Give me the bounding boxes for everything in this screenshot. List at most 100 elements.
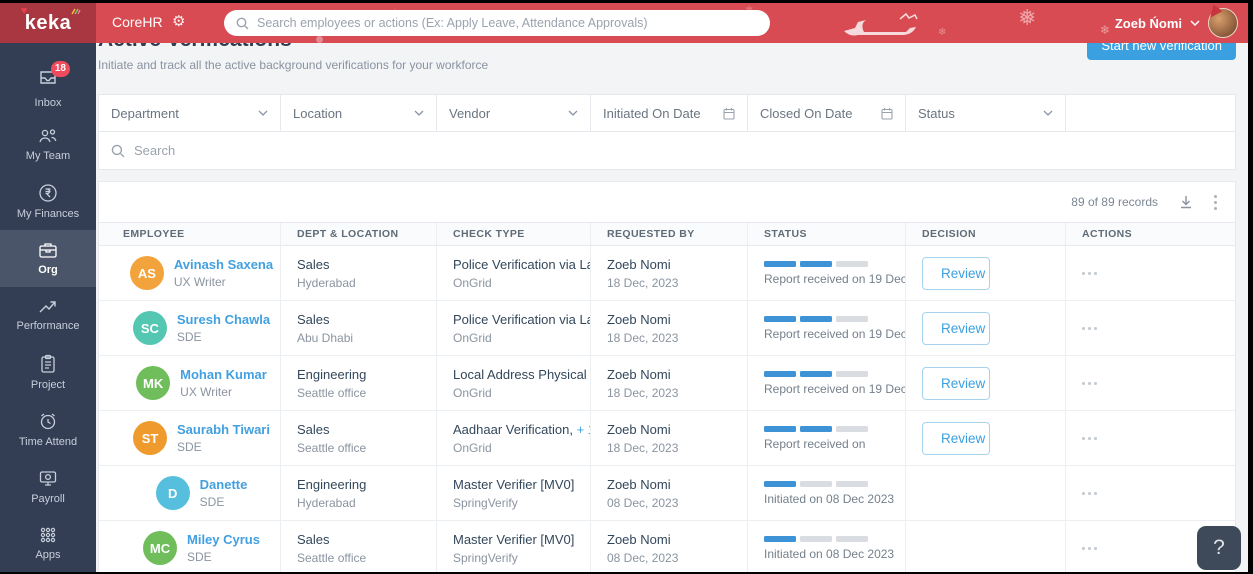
actions-cell xyxy=(1066,466,1235,520)
inbox-badge: 18 xyxy=(50,60,70,77)
table-row: MK Mohan Kumar UX Writer Engineering Sea… xyxy=(99,356,1235,411)
row-actions-button[interactable] xyxy=(1082,436,1235,440)
location: Hyderabad xyxy=(297,275,356,290)
actions-cell xyxy=(1066,356,1235,410)
check-type: Master Verifier [MV0] xyxy=(453,476,575,492)
status-cell: Initiated on 08 Dec 2023 xyxy=(748,521,906,572)
requested-by-cell: Zoeb Nomi 18 Dec, 2023 xyxy=(591,356,748,410)
records-toolbar: 89 of 89 records xyxy=(99,182,1235,222)
filter-initiated-on-date[interactable]: Initiated On Date xyxy=(591,95,748,131)
review-button[interactable]: Review xyxy=(922,421,990,455)
table-row: SC Suresh Chawla SDE Sales Abu Dhabi Pol… xyxy=(99,301,1235,356)
employee-avatar: AS xyxy=(129,256,164,290)
column-header-actions: ACTIONS xyxy=(1082,228,1133,240)
employee-name-link[interactable]: Avinash Saxena xyxy=(174,257,273,272)
requested-on-date: 18 Dec, 2023 xyxy=(607,330,679,345)
status-text: Report received on 19 Dec 2023 xyxy=(764,326,906,341)
start-new-verification-button[interactable]: Start new verification xyxy=(1087,43,1236,60)
filter-location[interactable]: Location xyxy=(281,95,437,131)
trend-up-icon xyxy=(39,301,56,313)
sidebar-item-time-attend[interactable]: Time Attend xyxy=(0,401,96,458)
sidebar-item-payroll[interactable]: Payroll xyxy=(0,458,96,515)
filter-department[interactable]: Department xyxy=(99,95,281,131)
employee-name-link[interactable]: Mohan Kumar xyxy=(180,367,267,382)
gear-icon[interactable]: ⚙ xyxy=(172,12,185,30)
filter-closed-on-date[interactable]: Closed On Date xyxy=(748,95,906,131)
requested-by: Zoeb Nomi xyxy=(607,476,671,492)
status-cell: Report received on 19 Dec 2023 xyxy=(748,246,906,300)
sidebar-item-my-finances[interactable]: My Finances xyxy=(0,173,96,230)
employee-cell: MC Miley Cyrus SDE xyxy=(99,521,281,572)
employee-name-link[interactable]: Suresh Chawla xyxy=(177,312,270,327)
sidebar-item-performance[interactable]: Performance xyxy=(0,287,96,344)
download-button[interactable] xyxy=(1176,192,1196,212)
row-actions-button[interactable] xyxy=(1082,491,1235,495)
table-row: D Danette SDE Engineering Hyderabad Mast… xyxy=(99,466,1235,521)
rupee-circle-icon xyxy=(39,184,57,202)
keka-logo[interactable]: ♥ keka xyxy=(0,3,96,43)
check-type: Aadhaar Verification, xyxy=(453,421,573,437)
column-header-requested-by: REQUESTED BY xyxy=(591,223,748,245)
check-type-cell: Local Address Physical Verificati OnGrid xyxy=(437,356,591,410)
row-actions-button[interactable] xyxy=(1082,326,1235,330)
filter-status[interactable]: Status xyxy=(906,95,1066,131)
keka-logo-text: ♥ keka xyxy=(21,5,81,35)
review-button[interactable]: Review xyxy=(922,366,990,400)
employee-name-link[interactable]: Miley Cyrus xyxy=(187,532,260,547)
table-row: AS Avinash Saxena UX Writer Sales Hydera… xyxy=(99,246,1235,301)
progress-bar xyxy=(764,535,905,542)
department: Sales xyxy=(297,311,330,327)
employee-cell: SC Suresh Chawla SDE xyxy=(99,301,281,355)
product-name[interactable]: CoreHR xyxy=(112,14,163,30)
snowflake-icon: ❅ xyxy=(1018,5,1037,30)
progress-bar xyxy=(764,260,905,267)
more-options-button[interactable] xyxy=(1214,194,1217,210)
employee-cell: AS Avinash Saxena UX Writer xyxy=(99,246,281,300)
sidebar-item-project[interactable]: Project xyxy=(0,344,96,401)
row-actions-button[interactable] xyxy=(1082,271,1235,275)
clipboard-icon xyxy=(41,354,55,373)
table-search[interactable] xyxy=(99,132,1235,169)
department: Sales xyxy=(297,421,330,437)
requested-by: Zoeb Nomi xyxy=(607,366,671,382)
sidebar-item-apps[interactable]: Apps xyxy=(0,515,96,572)
page-subtitle: Initiate and track all the active backgr… xyxy=(98,58,489,72)
employee-name-link[interactable]: Saurabh Tiwari xyxy=(177,422,270,437)
requested-on-date: 18 Dec, 2023 xyxy=(607,385,679,400)
employee-cell: MK Mohan Kumar UX Writer xyxy=(99,356,281,410)
review-button[interactable]: Review xyxy=(922,311,990,345)
santa-sleigh-icon xyxy=(844,12,918,36)
row-actions-button[interactable] xyxy=(1082,381,1235,385)
employee-role: UX Writer xyxy=(173,275,226,289)
employee-name-link[interactable]: Danette xyxy=(200,477,248,492)
table-search-input[interactable] xyxy=(134,143,1223,158)
filter-vendor[interactable]: Vendor xyxy=(437,95,591,131)
sidebar-item-inbox[interactable]: 18 Inbox xyxy=(0,59,96,116)
page-header: Active Verifications Initiate and track … xyxy=(98,43,1236,72)
requested-on-date: 18 Dec, 2023 xyxy=(607,440,679,455)
sparkle-icon xyxy=(71,8,81,14)
department: Engineering xyxy=(297,476,367,492)
progress-bar xyxy=(764,315,905,322)
decision-cell: Review xyxy=(906,246,1066,300)
check-type-more-link[interactable]: + 1 xyxy=(577,422,590,437)
help-button[interactable]: ? xyxy=(1197,526,1241,570)
dept-location-cell: Sales Abu Dhabi xyxy=(281,301,437,355)
global-search[interactable] xyxy=(224,10,770,36)
location: Seattle office xyxy=(297,385,367,400)
vendor: OnGrid xyxy=(453,440,492,455)
column-header-dept-location: DEPT & LOCATION xyxy=(281,223,437,245)
location: Seattle office xyxy=(297,440,367,455)
team-icon xyxy=(39,129,57,143)
progress-bar xyxy=(764,480,905,487)
sidebar-item-org[interactable]: Org xyxy=(0,230,96,287)
chevron-down-icon xyxy=(1043,110,1053,116)
sidebar-item-my-team[interactable]: My Team xyxy=(0,116,96,173)
requested-by: Zoeb Nomi xyxy=(607,531,671,547)
global-search-input[interactable] xyxy=(257,16,758,30)
review-button[interactable]: Review xyxy=(922,256,990,290)
payroll-monitor-icon xyxy=(39,470,57,486)
user-avatar[interactable] xyxy=(1208,8,1238,38)
check-type-cell: Police Verification via Law Firm, OnGrid xyxy=(437,246,591,300)
user-menu[interactable]: Zoeb Ńomi xyxy=(1115,3,1238,43)
